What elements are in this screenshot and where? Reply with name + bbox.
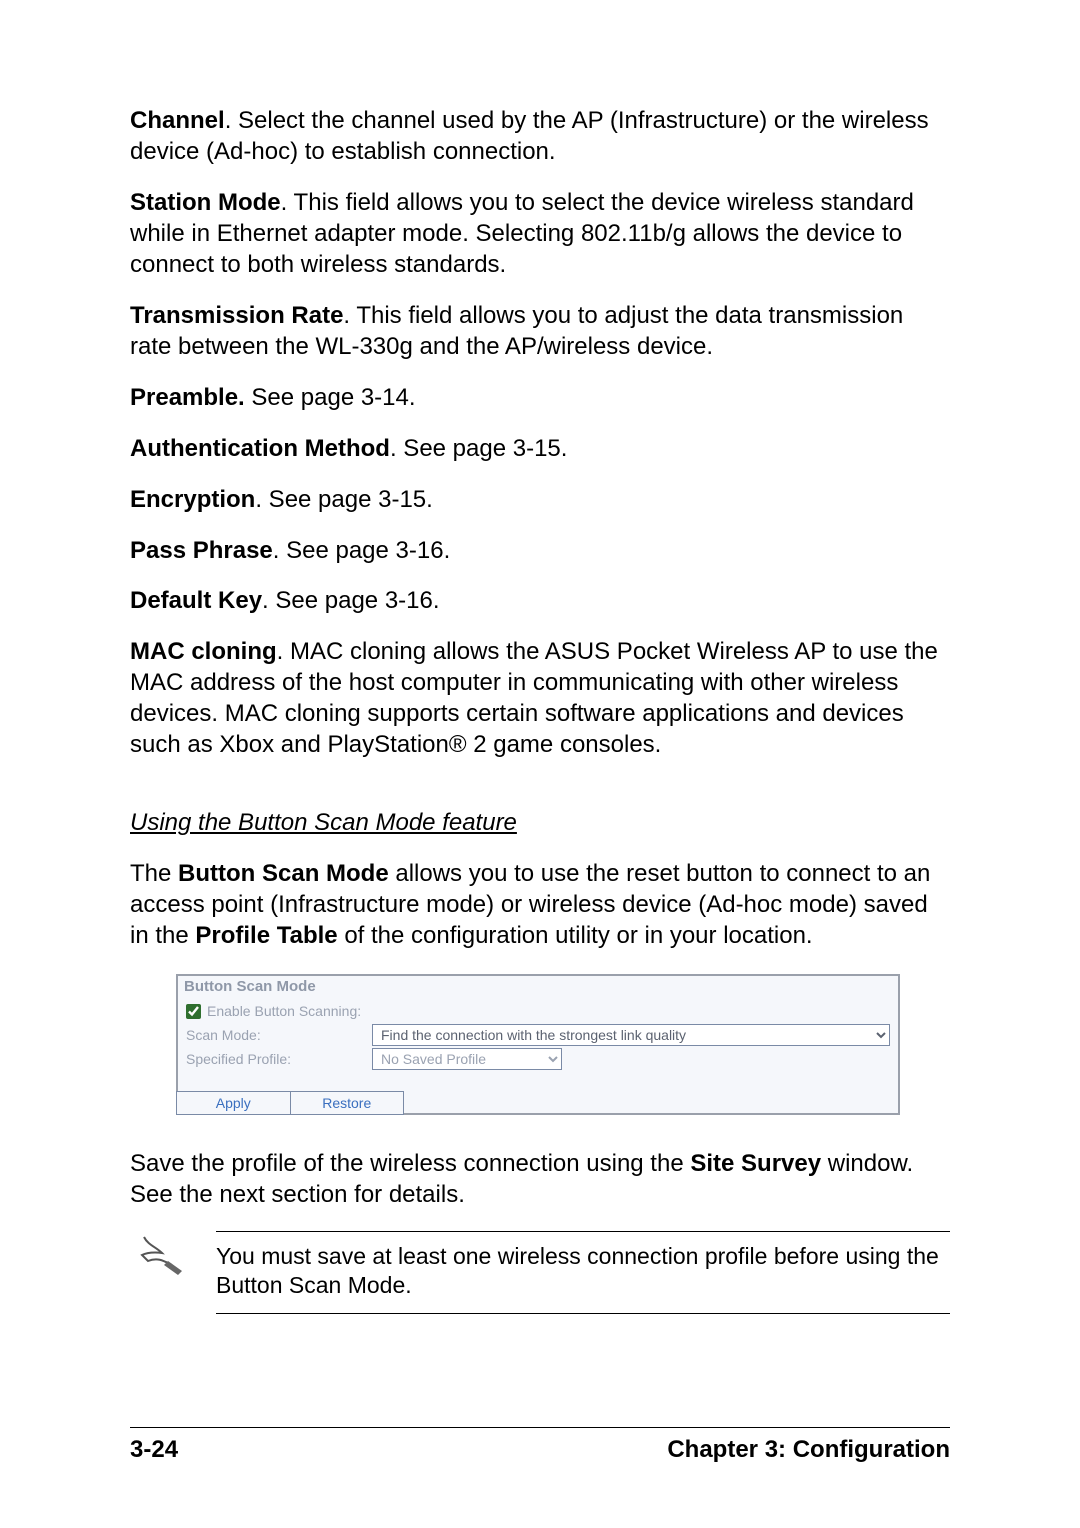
term-preamble: Preamble. [130,384,245,411]
scan-mode-select[interactable]: Find the connection with the strongest l… [372,1024,890,1046]
enable-button-scanning-checkbox[interactable] [186,1004,201,1019]
page-number: 3-24 [130,1436,178,1464]
specified-profile-label: Specified Profile: [186,1051,372,1067]
subheading-button-scan-mode: Using the Button Scan Mode feature [130,809,950,837]
bsm-post: of the configuration utility or in your … [338,922,813,949]
restore-button[interactable]: Restore [291,1092,404,1114]
bsm-term1: Button Scan Mode [178,860,389,887]
paragraph-mac-cloning: MAC cloning. MAC cloning allows the ASUS… [130,637,950,761]
paragraph-default-key: Default Key. See page 3-16. [130,586,950,617]
term-pass-phrase: Pass Phrase [130,537,273,564]
text-channel: . Select the channel used by the AP (Inf… [130,107,929,165]
text-encryption: . See page 3-15. [255,486,432,513]
paragraph-pass-phrase: Pass Phrase. See page 3-16. [130,536,950,567]
paragraph-transmission-rate: Transmission Rate. This field allows you… [130,301,950,363]
paragraph-encryption: Encryption. See page 3-15. [130,485,950,516]
term-mac-cloning: MAC cloning [130,638,277,665]
specified-profile-select[interactable]: No Saved Profile [372,1048,562,1070]
note-block: You must save at least one wireless conn… [130,1231,950,1314]
term-station-mode: Station Mode [130,189,281,216]
page-footer: 3-24 Chapter 3: Configuration [130,1427,950,1464]
text-pass-phrase: . See page 3-16. [273,537,450,564]
enable-button-scanning-row: Enable Button Scanning: [186,999,890,1023]
text-auth-method: . See page 3-15. [390,435,567,462]
text-preamble: See page 3-14. [245,384,416,411]
manual-page: Channel. Select the channel used by the … [0,0,1080,1528]
term-default-key: Default Key [130,587,262,614]
paragraph-bsm-intro: The Button Scan Mode allows you to use t… [130,859,950,952]
term-channel: Channel [130,107,225,134]
after-panel-pre: Save the profile of the wireless connect… [130,1150,690,1177]
paragraph-after-panel: Save the profile of the wireless connect… [130,1149,950,1211]
paragraph-channel: Channel. Select the channel used by the … [130,106,950,168]
term-auth-method: Authentication Method [130,435,390,462]
note-text: You must save at least one wireless conn… [216,1231,950,1314]
term-transmission-rate: Transmission Rate [130,302,343,329]
button-scan-mode-panel: Button Scan Mode Enable Button Scanning:… [176,974,900,1115]
note-pen-icon [130,1231,194,1280]
scan-mode-label: Scan Mode: [186,1027,372,1043]
enable-button-scanning-label: Enable Button Scanning: [207,1003,361,1019]
paragraph-preamble: Preamble. See page 3-14. [130,383,950,414]
panel-button-bar: Apply Restore [176,1091,404,1115]
bsm-term2: Profile Table [195,922,337,949]
apply-button[interactable]: Apply [177,1092,291,1114]
term-encryption: Encryption [130,486,255,513]
scan-mode-row: Scan Mode: Find the connection with the … [186,1023,890,1047]
text-default-key: . See page 3-16. [262,587,439,614]
bsm-pre: The [130,860,178,887]
panel-body: Enable Button Scanning: Scan Mode: Find … [178,995,898,1081]
paragraph-auth-method: Authentication Method. See page 3-15. [130,434,950,465]
chapter-label: Chapter 3: Configuration [667,1436,950,1464]
after-panel-term: Site Survey [690,1150,821,1177]
panel-title: Button Scan Mode [178,976,898,995]
paragraph-station-mode: Station Mode. This field allows you to s… [130,188,950,281]
specified-profile-row: Specified Profile: No Saved Profile [186,1047,890,1071]
